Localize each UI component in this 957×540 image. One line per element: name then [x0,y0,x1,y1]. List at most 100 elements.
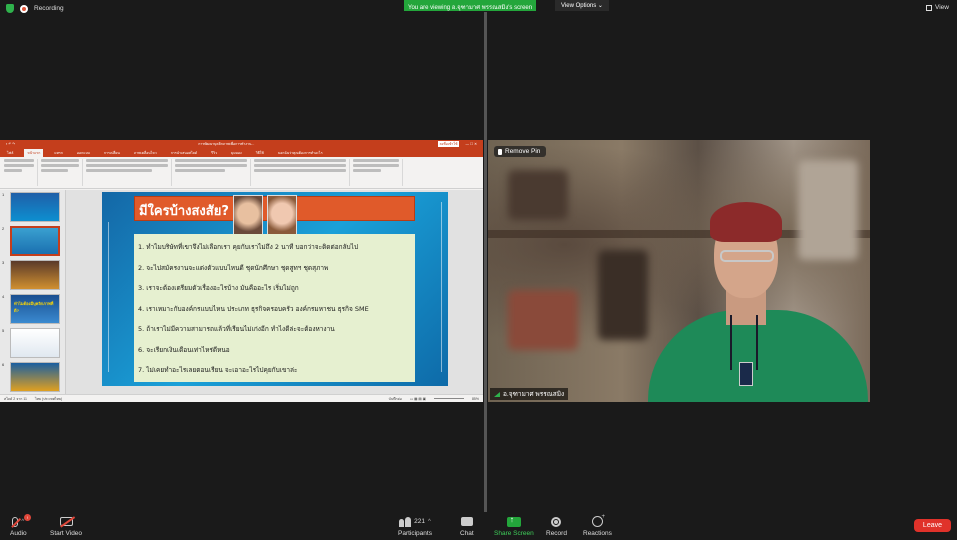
ppt-status-bar: สไลด์ 2 จาก 11 ไทย (ประเทศไทย) บันทึกย่อ… [0,394,483,402]
view-button[interactable]: View [926,4,949,11]
participants-icon [399,516,412,527]
record-label: Record [546,530,567,537]
start-video-label: Start Video [50,530,83,537]
slide-thumbnail: ทำไมต้องมีบุคลิกภาพที่ดี? [10,294,60,324]
window-controls-icon: — ☐ ✕ [465,142,477,146]
share-screen-icon [506,515,521,528]
audio-alert-icon: ! [24,514,31,521]
reactions-icon: + [591,514,605,528]
slide-list-item: 1. ทำไมบริษัทที่เขาจึงไม่เลือกเรา คุยกับ… [138,243,359,251]
ribbon-group-paragraph [175,159,251,186]
zoom-meeting-window: Recording You are viewing อ.จุฑามาศ พรรณ… [0,0,957,540]
slide-thumbnail [10,260,60,290]
thumb-title: ทำไมต้องมีบุคลิกภาพที่ดี? [14,301,54,313]
caret-up-icon[interactable]: ^ [428,519,431,525]
grid-view-icon [926,4,933,11]
status-zoom: 85% [471,396,479,401]
zoom-slider [433,398,464,399]
thumb-number: 5 [2,328,5,333]
reactions-button[interactable]: + Reactions [583,514,612,537]
recording-icon [20,4,28,13]
camera-off-icon [59,515,75,528]
slide-thumbnail-active [10,226,60,256]
view-options-button[interactable]: View Options ⌄ [555,0,609,11]
top-left-status: Recording [6,4,64,13]
security-shield-icon[interactable] [6,4,14,13]
ppt-tab: ไฟล์ [7,151,14,155]
person-hair [710,202,782,242]
ppt-tell-me: บอกฉันว่าคุณต้องการทำอะไร [277,151,323,155]
slide-thumbnail-pane: 1 2 3 4 ทำไมต้องมีบุคลิกภาพที่ดี? 5 6 [0,190,66,394]
start-video-button[interactable]: Start Video [50,515,82,537]
thumbnail-row: 4 ทำไมต้องมีบุคลิกภาพที่ดี? [2,294,63,324]
slide-question-list: 1. ทำไมบริษัทที่เขาจึงไม่เลือกเรา คุยกับ… [134,234,415,382]
ppt-tab: ออกแบบ [76,151,90,155]
ppt-tab: ภาพเคลื่อนไหว [133,151,157,155]
ribbon-group-font [86,159,172,186]
audio-label: Audio [10,530,27,537]
slide-title: มีใครบ้างสงสัย? [139,204,229,219]
ppt-title-bar: ▪ ↶ ↷ การพัฒนาบุคลิกภาพเพื่อการทำงาน... … [0,140,483,148]
id-badge [739,362,753,386]
pin-icon [498,148,502,155]
slide-header-banner: มีใครบ้างสงสัย? [134,195,415,236]
record-icon [551,515,562,528]
slide-thumbnail [10,362,60,392]
ribbon-group-slides [41,159,83,186]
split-view-divider[interactable] [484,12,487,514]
ribbon-group-drawing [254,159,350,186]
remove-pin-button[interactable]: Remove Pin [494,146,547,157]
mic-muted-icon: ! ^ [11,514,31,528]
background-object [508,170,568,220]
circuit-decoration [108,222,122,372]
slide-list-item: 4. เราเหมาะกับองค์กรแบบไหน ประเภท ธุรกิจ… [138,304,369,313]
ppt-tab: รีวิว [211,151,217,155]
thumbnail-row: 5 [2,328,63,358]
slide-list-item: 7. ไม่เคยทำอะไรเลยตอนเรียน จะเอาอะไรไปคุ… [138,366,298,374]
ppt-tab: แทรก [54,151,63,155]
view-icons: ▭ ▦ ▤ ▣ [409,396,426,401]
viewing-screen-banner: You are viewing อ.จุฑามาศ พรรณสมิง's scr… [404,0,537,11]
background-object [798,160,858,260]
slide-list-item: 5. ถ้าเราไม่มีความสามารถแล้วที่เรียนไม่เ… [138,325,335,333]
signal-strength-icon [494,391,500,397]
thumb-number: 2 [2,226,5,231]
record-button[interactable]: Record [546,515,567,537]
status-notes: บันทึกย่อ [388,396,402,401]
ppt-ribbon [0,157,483,189]
chat-label: Chat [460,530,474,537]
participants-button[interactable]: 221 ^ Participants [398,515,432,537]
ppt-doc-title: การพัฒนาบุคลิกภาพเพื่อการทำงาน... [198,142,255,146]
thumb-number: 4 [2,294,5,299]
ppt-tab: มุมมอง [230,151,242,155]
slide-thumbnail [10,192,60,222]
thumbnail-row: 2 [2,226,63,256]
share-screen-label: Share Screen [494,530,534,537]
face-photo-after [267,195,297,236]
background-object [598,250,648,340]
slide-list-item: 2. จะไปสมัครงานจะแต่งตัวแบบไหนดี ชุดนักศ… [138,263,329,272]
share-screen-button[interactable]: Share Screen [494,515,534,538]
leave-button[interactable]: Leave [913,519,951,532]
slide-list-item: 6. จะเรียกเงินเดือนเท่าไหร่ดีหนอ [138,345,230,354]
thumb-number: 1 [2,192,5,197]
slide-thumbnail [10,328,60,358]
participants-count: 221 [414,518,425,525]
face-photo-before [233,195,263,236]
ppt-body: 1 2 3 4 ทำไมต้องมีบุคลิกภาพที่ดี? 5 6 มีใ… [0,190,483,394]
background-object [508,290,578,350]
participant-name-tag: อ.จุฑามาศ พรรณสมิง [490,388,569,400]
circuit-decoration [424,202,442,372]
thumbnail-row: 6 [2,362,63,392]
thumbnail-row: 3 [2,260,63,290]
participants-label: Participants [398,530,432,537]
slide-canvas: มีใครบ้างสงสัย? 1. ทำไมบริษัทที่เขาจึงไม… [66,190,483,394]
ppt-tab: หน้าแรก [24,149,44,157]
slide-list-item: 3. เราจะต้องเตรียมตัวเรื่องอะไรบ้าง มันค… [138,284,299,292]
save-icon: ▪ ↶ ↷ [6,142,16,146]
recording-label: Recording [34,5,64,12]
chat-button[interactable]: Chat [460,515,474,537]
audio-button[interactable]: ! ^ Audio [10,514,31,537]
participant-video-tile[interactable]: Remove Pin อ.จุฑามาศ พรรณสมิง [488,140,870,402]
status-language: ไทย (ประเทศไทย) [34,396,63,401]
